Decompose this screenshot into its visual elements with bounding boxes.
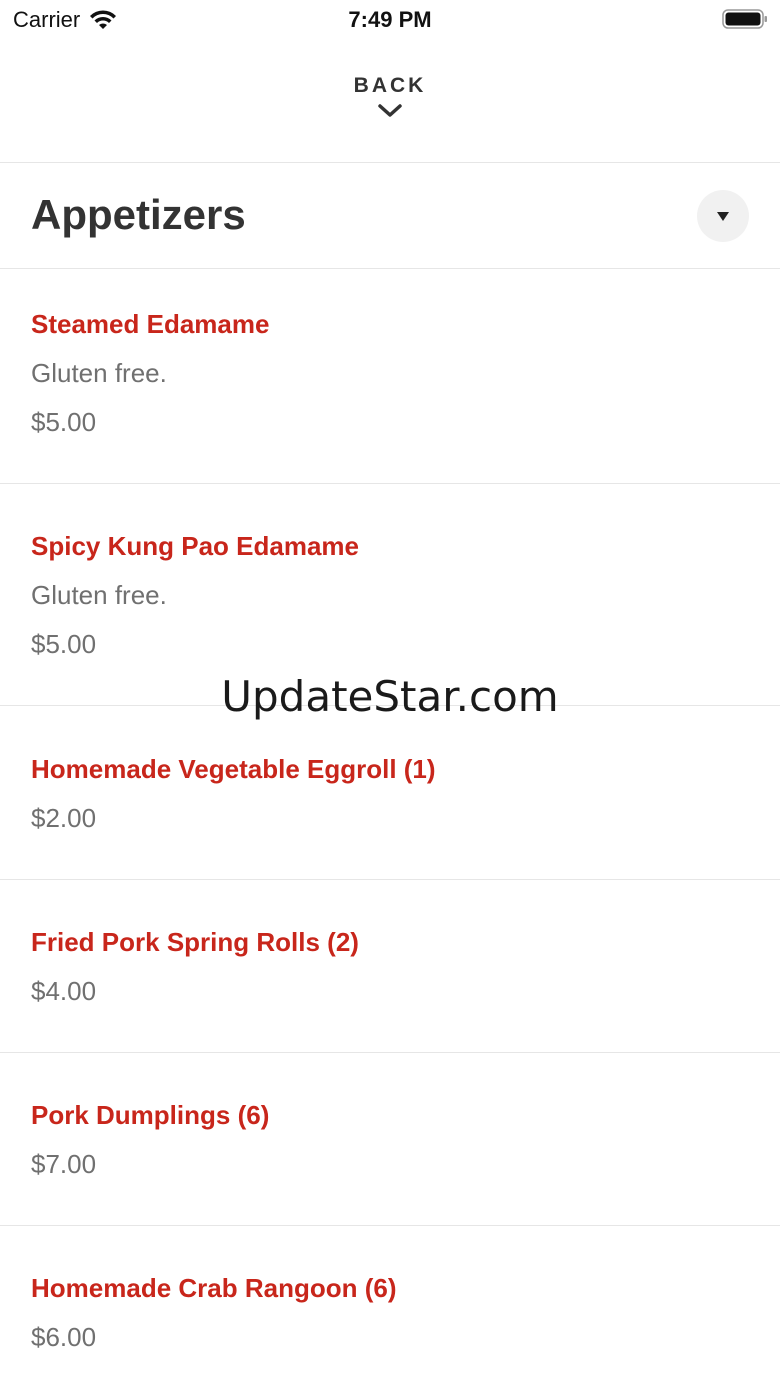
item-name: Homemade Vegetable Eggroll (1) — [31, 754, 436, 784]
screen: Carrier 7:49 PM BACK Appetizers Steamed … — [0, 0, 780, 1387]
item-price: $4.00 — [31, 976, 97, 1006]
chevron-down-icon — [378, 104, 402, 117]
item-name: Pork Dumplings (6) — [31, 1100, 270, 1130]
caret-down-icon — [717, 211, 729, 221]
item-price: $5.00 — [31, 629, 97, 659]
item-price: $7.00 — [31, 1149, 97, 1179]
item-name: Steamed Edamame — [31, 309, 270, 339]
category-title: Appetizers — [31, 191, 246, 238]
item-price: $2.00 — [31, 803, 97, 833]
watermark: UpdateStar.com — [221, 672, 559, 721]
status-time: 7:49 PM — [348, 7, 432, 32]
item-description: Gluten free. — [31, 580, 167, 610]
back-button[interactable]: BACK — [0, 62, 780, 162]
menu-item[interactable]: Fried Pork Spring Rolls (2) $4.00 — [0, 880, 780, 1052]
menu-item[interactable]: Homemade Vegetable Eggroll (1) $2.00 — [0, 706, 780, 879]
item-name: Fried Pork Spring Rolls (2) — [31, 927, 359, 957]
menu-item[interactable]: Homemade Crab Rangoon (6) $6.00 — [0, 1226, 780, 1387]
status-bar: Carrier 7:49 PM — [0, 0, 780, 40]
item-price: $6.00 — [31, 1322, 97, 1352]
category-header: Appetizers — [0, 163, 780, 268]
category-dropdown-button[interactable] — [697, 190, 749, 242]
battery-icon — [722, 9, 767, 29]
menu-item[interactable]: Steamed Edamame Gluten free. $5.00 — [0, 269, 780, 483]
item-description: Gluten free. — [31, 358, 167, 388]
item-price: $5.00 — [31, 407, 97, 437]
item-name: Homemade Crab Rangoon (6) — [31, 1273, 397, 1303]
item-name: Spicy Kung Pao Edamame — [31, 531, 359, 561]
menu-item[interactable]: Pork Dumplings (6) $7.00 — [0, 1053, 780, 1225]
back-label: BACK — [353, 74, 427, 97]
